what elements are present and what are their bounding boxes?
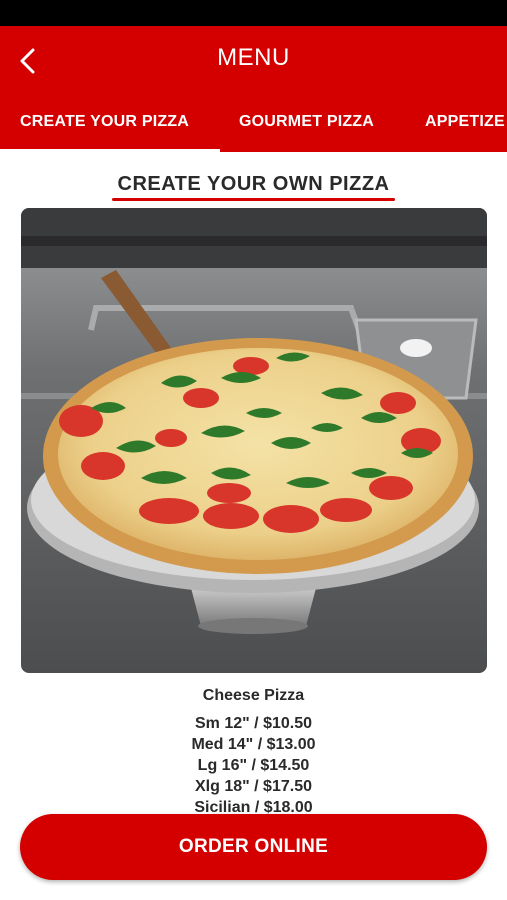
tab-gourmet-pizza[interactable]: GOURMET PIZZA xyxy=(239,113,374,131)
app-header: MENU CREATE YOUR PIZZA GOURMET PIZZA APP… xyxy=(0,26,507,152)
price-small: Sm 12" / $10.50 xyxy=(195,715,312,732)
tab-create-your-pizza[interactable]: CREATE YOUR PIZZA xyxy=(20,113,189,131)
product-name: Cheese Pizza xyxy=(202,687,305,704)
order-online-button[interactable]: ORDER ONLINE xyxy=(20,814,487,880)
section-title: CREATE YOUR OWN PIZZA xyxy=(117,173,390,195)
tab-appetizers[interactable]: APPETIZE xyxy=(425,113,505,131)
price-extra-large: Xlg 18" / $17.50 xyxy=(195,778,312,795)
active-tab-indicator xyxy=(0,149,220,152)
page-title: MENU xyxy=(217,44,290,71)
status-bar xyxy=(0,0,507,26)
price-list: Sm 12" / $10.50 Med 14" / $13.00 Lg 16" … xyxy=(0,713,507,818)
category-tabs: CREATE YOUR PIZZA GOURMET PIZZA APPETIZE xyxy=(0,110,507,152)
price-medium: Med 14" / $13.00 xyxy=(191,736,316,753)
section-title-underline xyxy=(112,198,395,201)
pizza-photo xyxy=(21,208,487,673)
price-large: Lg 16" / $14.50 xyxy=(197,757,310,774)
